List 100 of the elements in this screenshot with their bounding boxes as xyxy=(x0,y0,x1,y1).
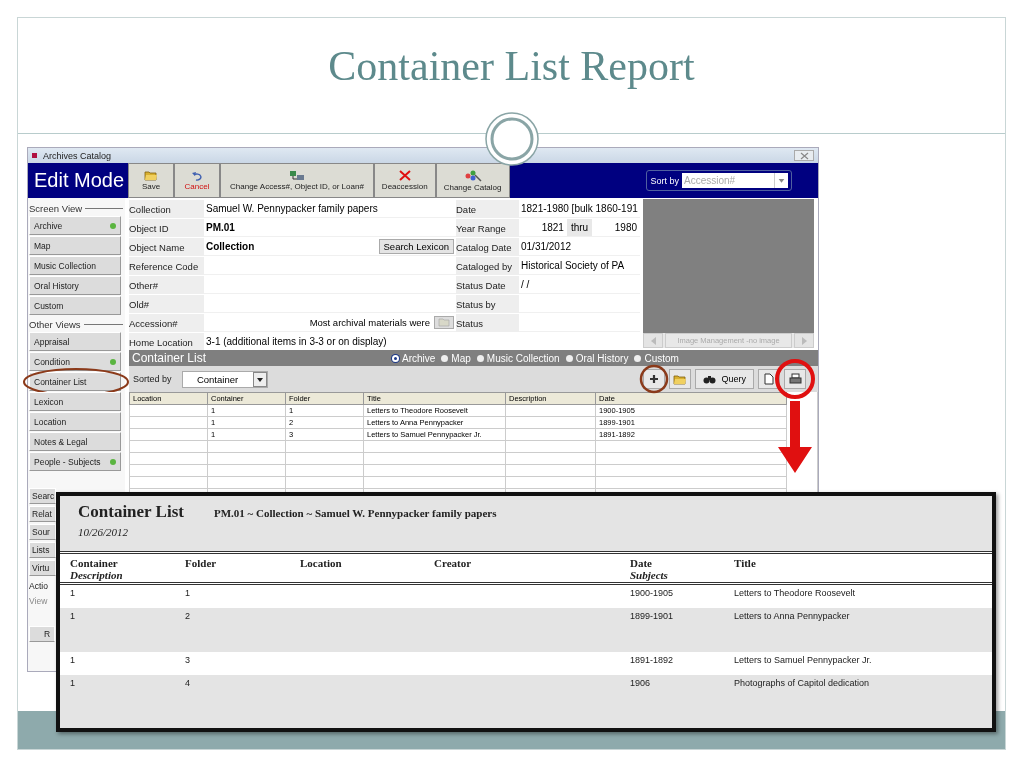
column-header: Date xyxy=(630,557,652,569)
toolbar-button[interactable]: Cancel xyxy=(174,163,220,198)
sidebar-item[interactable]: Lexicon xyxy=(29,392,121,411)
table-cell: 1 xyxy=(185,588,190,600)
sidebar-item[interactable]: Notes & Legal xyxy=(29,432,121,451)
input-field[interactable]: Collection Search Lexicon xyxy=(204,238,456,256)
toolbar-button[interactable]: Change Catalog xyxy=(435,163,510,198)
sidebar-item[interactable]: Searc xyxy=(29,488,56,504)
sidebar-item[interactable]: Sour xyxy=(29,524,56,540)
field-label: Object ID xyxy=(129,219,204,237)
table-cell: 1 xyxy=(70,655,75,667)
input-field[interactable]: Most archival materials were xyxy=(204,314,456,332)
toolbar-button[interactable]: Change Access#, Object ID, or Loan# xyxy=(220,163,374,198)
folder-icon xyxy=(438,318,450,327)
note-text: Most archival materials were xyxy=(309,317,430,328)
status-dot xyxy=(110,358,116,365)
sort-field[interactable]: Accession# xyxy=(682,173,774,188)
input-field[interactable]: 1821 xyxy=(519,222,567,233)
highlight-circle xyxy=(639,364,670,394)
next-button[interactable] xyxy=(794,333,814,348)
report-date: 10/26/2012 xyxy=(78,526,130,538)
input-field[interactable]: 1980 xyxy=(592,222,640,233)
sidebar-item[interactable]: Lists xyxy=(29,542,56,558)
computers-icon xyxy=(288,170,305,181)
section-heading: Screen View xyxy=(29,203,83,214)
sidebar-item[interactable]: Virtu xyxy=(29,560,56,576)
field-label: Year Range xyxy=(456,219,519,237)
field-label: Home Location xyxy=(129,333,204,351)
down-arrow xyxy=(778,401,812,473)
sidebar-item[interactable]: Condition xyxy=(29,352,121,371)
field-label: Catalog Date xyxy=(456,238,519,256)
report-subtitle: PM.01 ~ Collection ~ Samuel W. Pennypacker family papers xyxy=(213,507,497,519)
mode-title: Edit Mode xyxy=(33,168,126,193)
sort-dropdown[interactable]: Container xyxy=(181,370,268,388)
column-header: Folder xyxy=(185,557,217,569)
column-header: Creator xyxy=(434,557,472,569)
sidebar-item[interactable]: Custom xyxy=(29,296,121,315)
table-cell: 1 xyxy=(70,611,75,623)
left-arrow-icon xyxy=(650,336,656,345)
table-cell: 2 xyxy=(185,611,190,623)
slide-title: Container List Report xyxy=(327,42,696,90)
sidebar-item[interactable]: Appraisal xyxy=(29,332,121,351)
field-value: Collection xyxy=(206,241,255,252)
close-icon[interactable] xyxy=(799,151,809,160)
field-label: Status xyxy=(456,314,519,332)
field-label: Status Date xyxy=(456,276,519,294)
field-value: PM.01 xyxy=(206,222,235,233)
sidebar-item[interactable]: Relat xyxy=(29,506,56,522)
report-title: Container List xyxy=(78,502,184,522)
previous-button[interactable] xyxy=(643,333,663,348)
close-button[interactable] xyxy=(794,150,814,161)
sidebar-item[interactable]: People - Subjects xyxy=(29,452,121,471)
undo-icon xyxy=(191,170,203,181)
field-label: Status by xyxy=(456,295,519,313)
section-title: Container List xyxy=(132,351,208,365)
view-radio[interactable]: Music Collection xyxy=(476,352,560,364)
table-cell: 1 xyxy=(70,588,75,600)
column-subheader: Description xyxy=(70,569,123,581)
table-cell: Letters to Anna Pennypacker xyxy=(734,611,850,623)
sidebar-item[interactable]: Oral History xyxy=(29,276,121,295)
plus-icon xyxy=(649,374,660,384)
table-cell: Photographs of Capitol dedication xyxy=(734,678,870,690)
sidebar-item[interactable]: Location xyxy=(29,412,121,431)
sidebar-button[interactable]: R xyxy=(29,626,55,642)
thru-label: thru xyxy=(566,219,593,236)
print-button[interactable] xyxy=(784,369,806,389)
table-cell: 1899-1901 xyxy=(630,611,674,623)
column-subheader: Subjects xyxy=(630,569,668,581)
field-label: Other# xyxy=(129,276,204,294)
view-radio[interactable]: Map xyxy=(441,352,471,364)
printer-icon xyxy=(788,373,802,385)
table-cell: 4 xyxy=(185,678,190,690)
sidebar-item[interactable]: Music Collection xyxy=(29,256,121,275)
view-radio[interactable]: Oral History xyxy=(565,352,629,364)
sidebar-item[interactable]: Container List xyxy=(29,372,121,391)
status-dot xyxy=(110,222,116,229)
field-label: Reference Code xyxy=(129,257,204,275)
binoculars-icon xyxy=(703,374,717,384)
column-header: Location xyxy=(300,557,342,569)
x-icon xyxy=(398,170,411,181)
table-cell: Letters to Samuel Pennypacker Jr. xyxy=(734,655,872,667)
sidebar-item[interactable]: Map xyxy=(29,236,121,255)
folder-button[interactable] xyxy=(434,316,454,329)
column-header: Title xyxy=(734,557,756,569)
table-cell: 1 xyxy=(70,678,75,690)
toolbar-button[interactable]: Deaccession xyxy=(373,163,436,198)
toolbar-button[interactable]: Save xyxy=(128,163,174,198)
right-arrow-icon xyxy=(801,336,807,345)
view-radio[interactable]: Archive xyxy=(392,352,436,364)
folder-icon xyxy=(144,170,158,181)
view-radio[interactable]: Custom xyxy=(634,352,679,364)
query-button[interactable]: Query xyxy=(695,369,754,389)
view-link[interactable]: View xyxy=(29,596,56,606)
add-button[interactable] xyxy=(643,369,666,389)
document-icon xyxy=(764,373,774,385)
app-icon xyxy=(32,153,37,158)
sidebar-item[interactable]: Archive xyxy=(29,216,121,235)
table-cell: 1906 xyxy=(630,678,651,690)
search-lexicon-button[interactable]: Search Lexicon xyxy=(378,239,454,254)
field-label: Object Name xyxy=(129,238,204,256)
